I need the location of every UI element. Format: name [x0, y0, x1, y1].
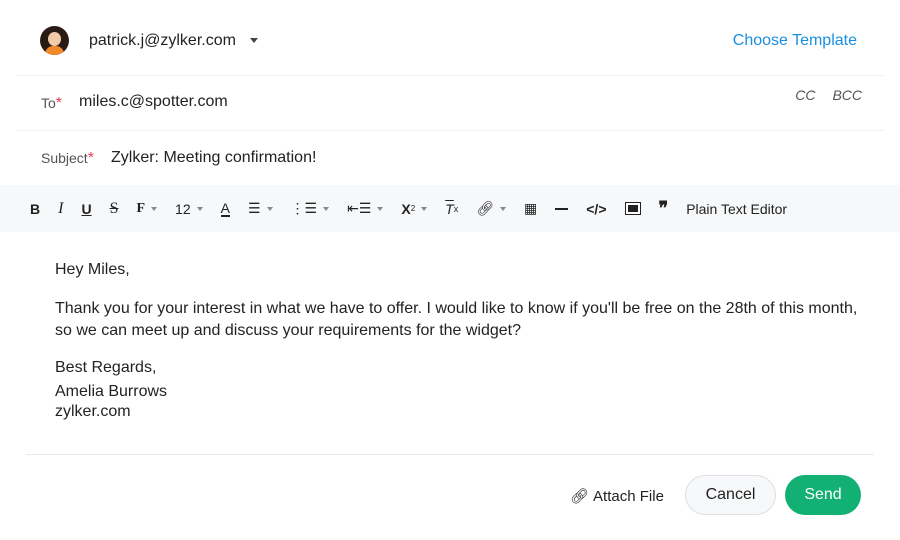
- divider: [26, 454, 874, 455]
- superscript-icon[interactable]: X2: [401, 201, 428, 217]
- from-email: patrick.j@zylker.com: [89, 31, 236, 49]
- subject-label: Subject*: [41, 150, 94, 167]
- link-icon[interactable]: 🔗︎: [476, 200, 507, 217]
- clear-format-icon[interactable]: Tx: [445, 201, 458, 217]
- quote-icon[interactable]: ❞: [659, 198, 669, 219]
- strikethrough-icon[interactable]: S: [110, 200, 119, 218]
- message-body[interactable]: Hey Miles, Thank you for your interest i…: [55, 259, 875, 422]
- cancel-button[interactable]: Cancel: [685, 475, 776, 515]
- table-icon[interactable]: ▦: [524, 200, 537, 217]
- bcc-button[interactable]: BCC: [832, 87, 862, 103]
- code-icon[interactable]: </>: [586, 201, 606, 217]
- cc-button[interactable]: CC: [795, 87, 815, 103]
- greeting: Hey Miles,: [55, 261, 130, 278]
- signature-site: zylker.com: [55, 403, 131, 420]
- divider: [16, 130, 884, 131]
- attach-file-button[interactable]: 🔗︎ Attach File: [570, 487, 664, 506]
- paperclip-icon: 🔗︎: [570, 488, 590, 505]
- italic-icon[interactable]: I: [58, 200, 63, 218]
- choose-template-link[interactable]: Choose Template: [733, 32, 857, 50]
- divider: [16, 75, 884, 76]
- horizontal-line-icon[interactable]: [555, 207, 569, 210]
- font-family-icon[interactable]: F: [136, 201, 158, 217]
- send-button[interactable]: Send: [785, 475, 861, 515]
- numbered-list-icon[interactable]: ⋮☰: [291, 200, 330, 217]
- indent-icon[interactable]: ⇤☰: [347, 200, 384, 217]
- to-label: To*: [41, 95, 63, 112]
- formatting-toolbar: B I U S F 12 A ☰ ⋮☰ ⇤☰ X2 Tx 🔗︎ ▦ </> ❞ …: [0, 185, 900, 232]
- underline-icon[interactable]: U: [81, 201, 91, 217]
- to-field[interactable]: miles.c@spotter.com: [79, 93, 228, 111]
- signature-name: Amelia Burrows: [55, 383, 168, 400]
- closing: Best Regards,: [55, 359, 157, 376]
- align-icon[interactable]: ☰: [248, 200, 273, 217]
- bold-icon[interactable]: B: [30, 201, 40, 217]
- font-color-icon[interactable]: A: [220, 201, 230, 217]
- avatar: [40, 26, 69, 55]
- plain-text-editor-button[interactable]: Plain Text Editor: [686, 201, 787, 217]
- subject-field[interactable]: Zylker: Meeting confirmation!: [111, 149, 316, 167]
- font-size-select[interactable]: 12: [175, 201, 203, 217]
- chevron-down-icon[interactable]: [249, 38, 258, 43]
- message-paragraph: Thank you for your interest in what we h…: [55, 300, 858, 339]
- from-selector[interactable]: patrick.j@zylker.com: [40, 26, 258, 55]
- image-icon[interactable]: [624, 202, 641, 215]
